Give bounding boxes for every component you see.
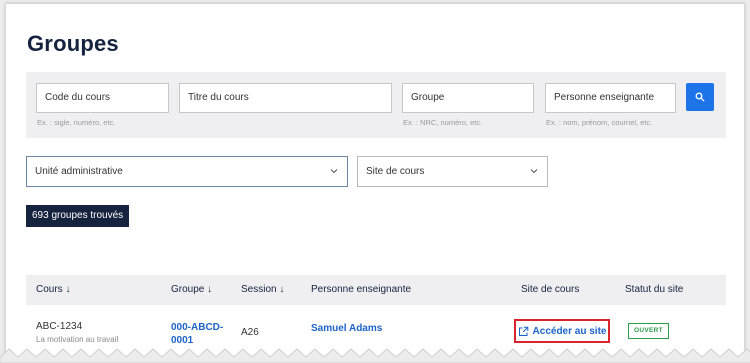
external-link-icon xyxy=(518,326,528,336)
page-container: Groupes Code du cours Ex. : sigle, numér… xyxy=(5,3,745,360)
chevron-down-icon xyxy=(330,169,338,174)
course-title-placeholder: Titre du cours xyxy=(188,92,249,103)
results-count-badge: 693 groupes trouvés xyxy=(26,205,130,227)
group-link[interactable]: 000-ABCD- 0001 xyxy=(171,321,223,347)
sort-session-header[interactable]: Session ↓ xyxy=(241,275,284,305)
teacher-placeholder: Personne enseignante xyxy=(554,92,655,103)
teacher-link[interactable]: Samuel Adams xyxy=(311,323,382,334)
sort-course-header[interactable]: Cours ↓ xyxy=(36,275,70,305)
admin-unit-select[interactable]: Unité administrative xyxy=(26,156,348,187)
course-site-select[interactable]: Site de cours xyxy=(357,156,548,187)
course-title: La motivation au travail xyxy=(36,335,119,344)
status-header: Statut du site xyxy=(625,284,684,295)
admin-unit-label: Unité administrative xyxy=(35,166,123,177)
course-code-input[interactable]: Code du cours xyxy=(36,83,169,113)
site-header: Site de cours xyxy=(521,284,580,295)
course-title-input[interactable]: Titre du cours xyxy=(179,83,392,113)
session-value: A26 xyxy=(241,327,259,338)
search-icon xyxy=(695,92,705,102)
group-input[interactable]: Groupe xyxy=(402,83,534,113)
course-code-hint: Ex. : sigle, numéro, etc. xyxy=(37,118,116,127)
page-title: Groupes xyxy=(27,31,119,56)
table-header: Cours ↓ Groupe ↓ Session ↓ Personne ense… xyxy=(26,275,726,305)
course-site-label: Site de cours xyxy=(366,166,425,177)
torn-edge-divider xyxy=(0,348,750,363)
group-placeholder: Groupe xyxy=(411,92,445,103)
chevron-down-icon xyxy=(530,169,538,174)
group-link-line2: 0001 xyxy=(171,335,194,346)
sort-group-header[interactable]: Groupe ↓ xyxy=(171,275,212,305)
course-code: ABC-1234 xyxy=(36,321,83,332)
filter-panel: Code du cours Ex. : sigle, numéro, etc. … xyxy=(26,72,726,138)
access-site-label: Accéder au site xyxy=(532,325,607,337)
teacher-header: Personne enseignante xyxy=(311,284,412,295)
access-site-button[interactable]: Accéder au site xyxy=(514,319,610,343)
group-hint: Ex. : NRC, numéro, etc. xyxy=(403,118,483,127)
status-badge: OUVERT xyxy=(628,323,669,339)
teacher-input[interactable]: Personne enseignante xyxy=(545,83,676,113)
search-button[interactable] xyxy=(686,83,714,111)
course-code-placeholder: Code du cours xyxy=(45,92,111,103)
teacher-hint: Ex. : nom, prénom, courriel, etc. xyxy=(546,118,653,127)
group-link-line1: 000-ABCD- xyxy=(171,322,224,333)
